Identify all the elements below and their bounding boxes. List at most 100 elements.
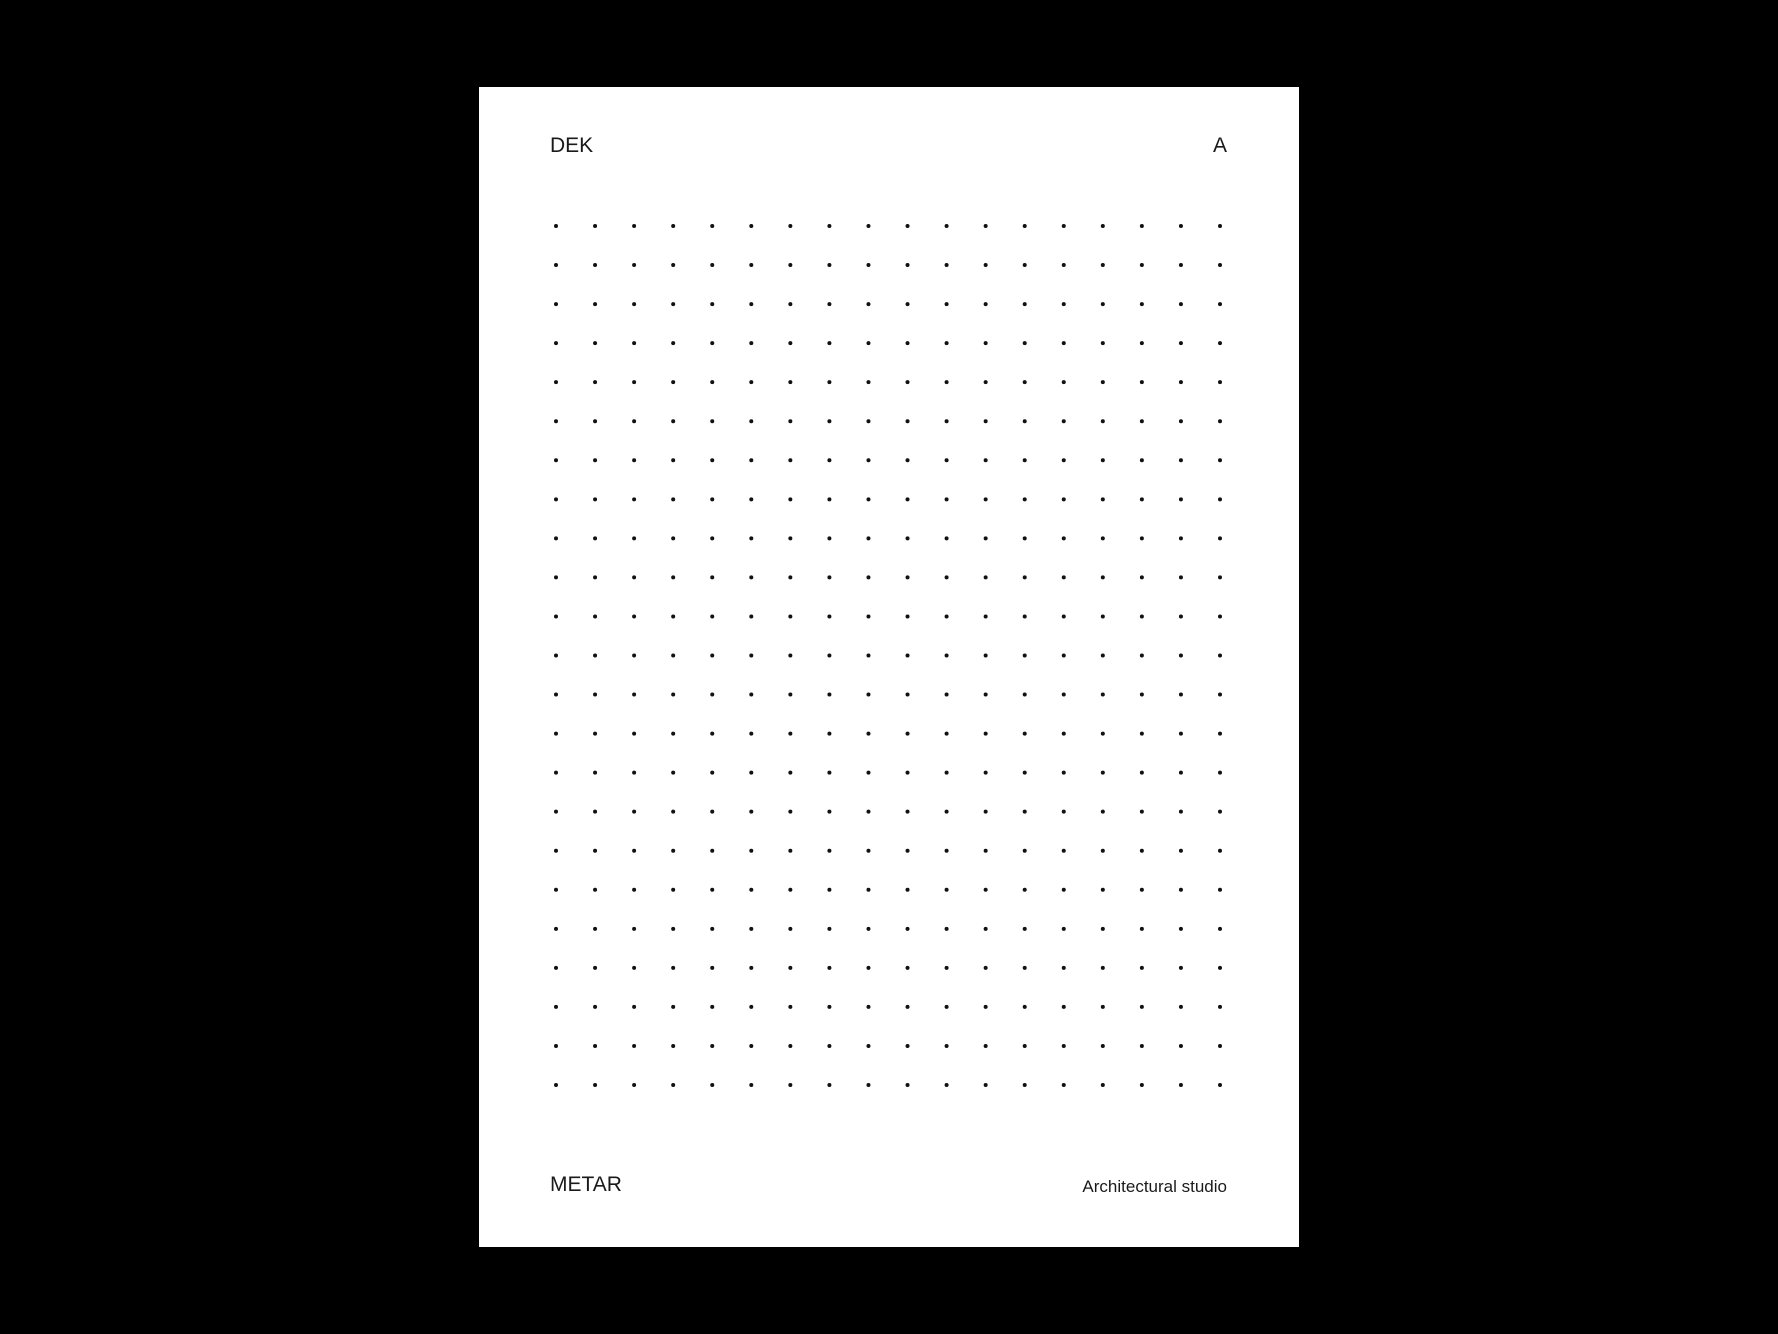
grid-dot: [983, 419, 988, 424]
grid-dot: [866, 653, 871, 658]
grid-dot: [1100, 497, 1105, 502]
grid-dot: [788, 224, 793, 228]
grid-dot: [1061, 1083, 1066, 1087]
grid-dot: [983, 1083, 988, 1087]
grid-dot: [1100, 458, 1105, 463]
grid-dot: [1061, 224, 1066, 228]
grid-dot: [671, 1083, 676, 1087]
grid-dot: [1022, 1043, 1027, 1048]
grid-dot: [866, 1043, 871, 1048]
black-backdrop: DEK A METAR Architectural studio: [0, 0, 1778, 1334]
grid-dot: [593, 770, 598, 775]
grid-dot: [866, 575, 871, 580]
grid-dot: [710, 263, 715, 268]
grid-dot: [554, 653, 558, 658]
grid-dot: [905, 809, 910, 814]
grid-dot: [554, 263, 558, 268]
grid-dot: [944, 224, 949, 228]
grid-dot: [788, 1043, 793, 1048]
poster-sheet: DEK A METAR Architectural studio: [479, 87, 1299, 1247]
grid-dot: [671, 1043, 676, 1048]
grid-dot: [554, 770, 558, 775]
grid-dot: [1218, 419, 1222, 424]
grid-dot: [944, 809, 949, 814]
grid-dot: [632, 614, 637, 619]
grid-dot: [710, 380, 715, 385]
grid-dot: [749, 341, 754, 346]
grid-dot: [866, 341, 871, 346]
grid-dot: [866, 302, 871, 307]
grid-dot: [866, 848, 871, 853]
grid-dot: [749, 263, 754, 268]
grid-dot: [827, 458, 832, 463]
grid-dot: [827, 1004, 832, 1009]
grid-dot: [1218, 926, 1222, 931]
studio-descriptor: Architectural studio: [1082, 1177, 1227, 1196]
grid-dot: [1178, 926, 1183, 931]
grid-dot: [788, 770, 793, 775]
grid-dot: [749, 731, 754, 736]
grid-dot: [1100, 341, 1105, 346]
grid-dot: [632, 575, 637, 580]
grid-dot: [905, 770, 910, 775]
grid-dot: [593, 380, 598, 385]
grid-dot: [554, 809, 558, 814]
grid-dot: [1100, 575, 1105, 580]
grid-dot: [593, 1004, 598, 1009]
grid-dot: [944, 536, 949, 541]
grid-dot: [1218, 809, 1222, 814]
grid-dot: [749, 770, 754, 775]
grid-dot: [749, 926, 754, 931]
grid-dot: [944, 575, 949, 580]
grid-dot: [827, 263, 832, 268]
grid-dot: [788, 380, 793, 385]
grid-dot: [1178, 263, 1183, 268]
grid-dot: [788, 848, 793, 853]
grid-dot: [905, 302, 910, 307]
grid-dot: [749, 302, 754, 307]
grid-dot: [983, 458, 988, 463]
grid-dot: [1218, 380, 1222, 385]
grid-dot: [1218, 1004, 1222, 1009]
grid-dot: [1022, 653, 1027, 658]
dot-grid: [554, 224, 1222, 1087]
grid-dot: [866, 497, 871, 502]
grid-dot: [1100, 224, 1105, 228]
grid-dot: [827, 497, 832, 502]
grid-dot: [944, 926, 949, 931]
grid-dot: [905, 692, 910, 697]
grid-dot: [1022, 614, 1027, 619]
grid-dot: [632, 926, 637, 931]
grid-dot: [788, 926, 793, 931]
grid-dot: [671, 536, 676, 541]
grid-dot: [1022, 926, 1027, 931]
grid-dot: [632, 497, 637, 502]
grid-dot: [1218, 341, 1222, 346]
grid-dot: [671, 224, 676, 228]
grid-dot: [1022, 536, 1027, 541]
grid-dot: [554, 419, 558, 424]
grid-dot: [749, 419, 754, 424]
grid-dot: [866, 380, 871, 385]
grid-dot: [866, 692, 871, 697]
grid-dot: [1178, 1043, 1183, 1048]
grid-dot: [1218, 1043, 1222, 1048]
grid-dot: [710, 965, 715, 970]
grid-dot: [593, 224, 598, 228]
grid-dot: [671, 731, 676, 736]
grid-dot: [749, 497, 754, 502]
grid-dot: [944, 1004, 949, 1009]
grid-dot: [593, 614, 598, 619]
grid-dot: [1100, 848, 1105, 853]
grid-dot: [749, 1043, 754, 1048]
grid-dot: [983, 926, 988, 931]
grid-dot: [905, 575, 910, 580]
grid-dot: [983, 614, 988, 619]
grid-dot: [1100, 809, 1105, 814]
grid-dot: [827, 653, 832, 658]
grid-dot: [866, 770, 871, 775]
grid-dot: [1178, 1083, 1183, 1087]
grid-dot: [827, 419, 832, 424]
grid-dot: [710, 887, 715, 892]
grid-dot: [749, 380, 754, 385]
